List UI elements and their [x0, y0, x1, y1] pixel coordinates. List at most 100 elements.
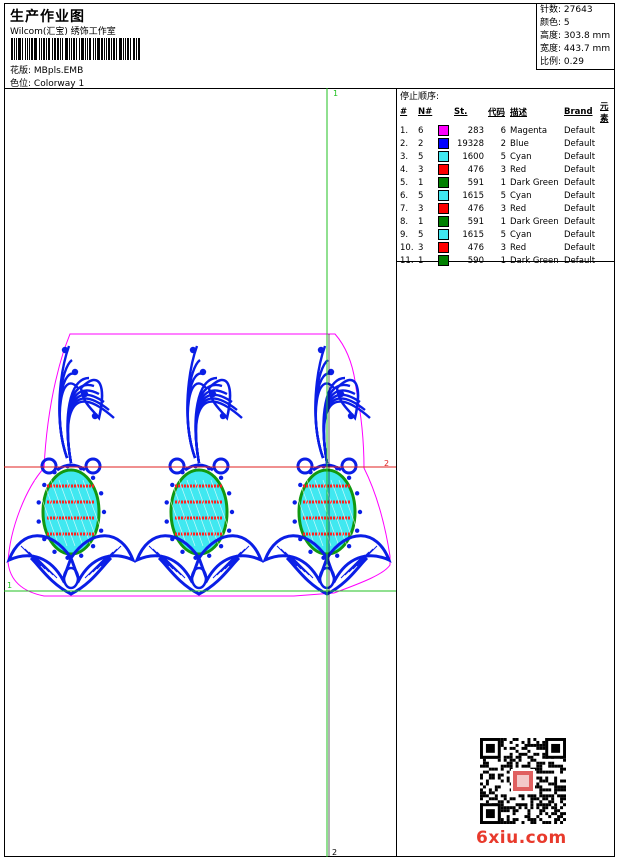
qr-module [500, 764, 504, 768]
plume-bud [81, 390, 89, 398]
col-element: 元素 [600, 102, 609, 124]
qr-module [524, 743, 528, 747]
qr-module [527, 812, 531, 816]
qr-module [560, 821, 564, 824]
barcode-bar [108, 38, 111, 60]
qr-module [536, 815, 540, 819]
qr-module [548, 821, 552, 824]
qr-module [545, 806, 549, 810]
qr-module [497, 758, 501, 762]
table-row: 6. 5 1615 5 Cyan Default [398, 189, 615, 202]
qr-module [527, 818, 531, 822]
row-element [598, 150, 615, 163]
barcode-bar [47, 38, 51, 60]
qr-module [542, 743, 546, 747]
barcode [11, 38, 141, 60]
vase-bead [98, 528, 104, 533]
qr-module [542, 752, 546, 756]
qr-module [485, 764, 489, 768]
vase-bead [308, 469, 313, 475]
qr-module [488, 767, 492, 771]
qr-module [539, 779, 543, 783]
vase-bead [98, 491, 104, 496]
qr-module [503, 797, 507, 801]
qr-module [524, 752, 528, 756]
qr-module [545, 803, 549, 807]
qr-module [533, 821, 537, 824]
vase-bead [218, 543, 224, 549]
qr-module [554, 809, 558, 813]
barcode-bar [138, 38, 141, 60]
qr-module [497, 785, 501, 789]
qr-module [530, 794, 534, 798]
qr-module [542, 755, 546, 759]
barcode-bar [72, 38, 75, 60]
qr-module [548, 815, 552, 819]
qr-module [527, 743, 531, 747]
qr-module [536, 743, 540, 747]
barcode-bar [113, 38, 116, 60]
barcode-bar [27, 38, 29, 60]
barcode-bar [15, 38, 17, 60]
qr-module [515, 743, 519, 747]
row-needle: 5 [418, 229, 424, 240]
qr-module [509, 758, 513, 762]
vase-bead [308, 549, 313, 555]
qr-module [506, 800, 510, 804]
vase-bead [346, 543, 352, 549]
qr-module [527, 815, 531, 819]
qr-module [533, 743, 537, 747]
barcode-bar [122, 38, 124, 60]
qr-module [560, 770, 564, 774]
qr-module [539, 776, 543, 780]
qr-module [506, 764, 510, 768]
barcode-bar [81, 38, 85, 60]
color-swatch [438, 229, 449, 240]
row-index: 2. [400, 138, 409, 149]
qr-module [509, 764, 513, 768]
qr-module [480, 791, 483, 795]
vase-bead [52, 469, 57, 475]
barcode-bar [52, 38, 54, 60]
scroll-curl [212, 457, 230, 475]
row-stitches: 476 [467, 203, 484, 214]
qr-module [536, 806, 540, 810]
qr-module [482, 785, 486, 789]
qr-module [515, 803, 519, 807]
row-code: 5 [500, 151, 506, 162]
row-element [598, 176, 615, 189]
table-row: 2. 2 19328 2 Blue Default [398, 137, 615, 150]
qr-module [536, 740, 540, 744]
row-brand: Default [564, 138, 596, 149]
barcode-bar [21, 38, 23, 60]
qr-module [560, 800, 564, 804]
qr-module [521, 740, 525, 744]
qr-module [480, 776, 483, 780]
row-stitches: 591 [467, 177, 484, 188]
vase-bead [354, 528, 360, 533]
header: 生产作业图 Wilcom(汇宝) 绣饰工作室 花版: MBpls.EMB 色位:… [4, 3, 615, 89]
color-swatch [438, 138, 449, 149]
row-stitches: 1600 [462, 151, 484, 162]
qr-module [560, 815, 564, 819]
qr-module [500, 794, 504, 798]
qr-module [554, 791, 558, 795]
color-swatch [438, 190, 449, 201]
qr-module [488, 788, 492, 792]
qr-module [503, 738, 507, 741]
row-index: 9. [400, 229, 409, 240]
qr-module [560, 779, 564, 783]
qr-module [536, 752, 540, 756]
qr-module [554, 785, 558, 789]
row-code: 3 [500, 203, 506, 214]
qr-module [518, 755, 522, 759]
qr-module [530, 800, 534, 804]
qr-module [506, 779, 510, 783]
row-swatch [436, 215, 452, 228]
v-guide-top-label: 1 [333, 89, 338, 98]
table-row: 4. 3 476 3 Red Default [398, 163, 615, 176]
qr-module [485, 782, 489, 786]
qr-module [545, 797, 549, 801]
qr-module [539, 812, 543, 816]
qr-module [539, 809, 543, 813]
